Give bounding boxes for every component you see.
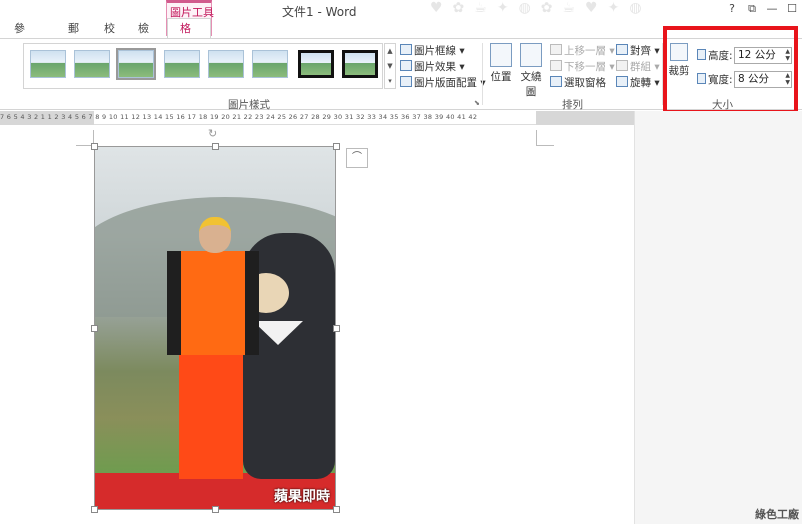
selection-pane-button[interactable]: 選取窗格 — [550, 75, 606, 90]
send-backward-button[interactable]: 下移一層 ▾ — [550, 59, 615, 74]
picture-border-label: 圖片框線 — [414, 45, 456, 57]
picture-border-icon — [400, 44, 412, 55]
picture-person-legs — [179, 353, 243, 479]
group-button[interactable]: 群組 ▾ — [616, 59, 660, 74]
picture-person-jacket — [167, 251, 259, 355]
ribbon-display-button[interactable]: ⧉ — [742, 0, 762, 18]
picture-style-thumb[interactable] — [30, 50, 66, 78]
horizontal-ruler[interactable]: 7 6 5 4 3 2 1 1 2 3 4 5 6 7 8 9 10 11 12… — [0, 111, 634, 125]
help-button[interactable]: ? — [722, 0, 742, 18]
position-icon — [490, 43, 512, 67]
picture-style-thumb[interactable] — [74, 50, 110, 78]
gallery-scroll[interactable]: ▲ ▼ ▾ — [384, 43, 396, 89]
resize-handle[interactable] — [91, 506, 98, 513]
wrap-text-icon — [520, 43, 542, 67]
page-margin-mark — [536, 130, 554, 146]
rotate-label: 旋轉 — [630, 77, 651, 89]
window-controls: ? ⧉ — ☐ — [722, 0, 802, 18]
picture-person-head — [199, 217, 231, 253]
align-label: 對齊 — [630, 45, 651, 57]
bring-forward-button[interactable]: 上移一層 ▾ — [550, 43, 615, 58]
bear-chest-mark — [253, 321, 303, 345]
title-bar-pattern: ♥✿☕✦◍✿☕♥✦◍ — [430, 0, 652, 16]
position-label: 位置 — [490, 71, 512, 83]
picture-style-thumb[interactable] — [208, 50, 244, 78]
picture-effects-label: 圖片效果 — [414, 61, 456, 73]
picture-effects-button[interactable]: 圖片效果 ▾ — [400, 59, 465, 74]
resize-handle[interactable] — [91, 325, 98, 332]
picture-styles-group-label: 圖片樣式 — [228, 99, 270, 111]
picture-styles-gallery — [23, 43, 383, 89]
group-icon — [616, 60, 628, 71]
rotate-button[interactable]: 旋轉 ▾ — [616, 75, 660, 90]
resize-handle[interactable] — [212, 143, 219, 150]
picture-styles-launcher-icon[interactable]: ⬊ — [474, 99, 480, 107]
arrange-group-label: 排列 — [562, 99, 583, 111]
picture-layout-button[interactable]: 圖片版面配置 ▾ — [400, 75, 486, 90]
resize-handle[interactable] — [91, 143, 98, 150]
rotate-handle-icon[interactable]: ↻ — [208, 127, 217, 140]
image-watermark: 蘋果即時 — [274, 489, 330, 505]
maximize-button[interactable]: ☐ — [782, 0, 802, 18]
picture-style-thumb[interactable] — [342, 50, 378, 78]
align-button[interactable]: 對齊 ▾ — [616, 43, 660, 58]
resize-handle[interactable] — [333, 506, 340, 513]
selection-pane-icon — [550, 76, 562, 87]
selection-pane-label: 選取窗格 — [564, 77, 606, 89]
size-group-highlight — [663, 26, 798, 114]
picture-style-thumb[interactable] — [298, 50, 334, 78]
ruler-right-margin — [536, 111, 634, 125]
minimize-button[interactable]: — — [762, 0, 782, 18]
picture-layout-icon — [400, 76, 412, 87]
group-label: 群組 — [630, 61, 651, 73]
bring-forward-label: 上移一層 — [564, 45, 606, 57]
wrap-text-label: 文繞圖 — [520, 71, 542, 98]
resize-handle[interactable] — [333, 325, 340, 332]
title-bar: ♥✿☕✦◍✿☕♥✦◍ 文件1 - Word ? ⧉ — ☐ — [0, 0, 802, 20]
picture-layout-label: 圖片版面配置 — [414, 77, 477, 89]
rotate-icon — [616, 76, 628, 87]
align-icon — [616, 44, 628, 55]
ruler-numbers: 7 6 5 4 3 2 1 1 2 3 4 5 6 7 8 9 10 11 12… — [0, 113, 478, 121]
selected-picture[interactable]: 蘋果即時 — [94, 146, 336, 510]
picture-border-button[interactable]: 圖片框線 ▾ — [400, 43, 465, 58]
window-title: 文件1 - Word — [282, 5, 357, 19]
send-backward-icon — [550, 60, 562, 71]
send-backward-label: 下移一層 — [564, 61, 606, 73]
group-separator — [482, 43, 483, 105]
position-button[interactable]: 位置 — [488, 43, 514, 84]
corner-watermark: 綠色工廠 — [755, 508, 799, 521]
bring-forward-icon — [550, 44, 562, 55]
picture-effects-icon — [400, 60, 412, 71]
picture-style-thumb[interactable] — [116, 48, 156, 80]
wrap-text-button[interactable]: 文繞圖 — [516, 43, 546, 99]
picture-style-thumb[interactable] — [252, 50, 288, 78]
resize-handle[interactable] — [333, 143, 340, 150]
resize-handle[interactable] — [212, 506, 219, 513]
document-background — [634, 111, 802, 524]
layout-options-icon[interactable]: ⌒ — [346, 148, 368, 168]
picture-style-thumb[interactable] — [164, 50, 200, 78]
